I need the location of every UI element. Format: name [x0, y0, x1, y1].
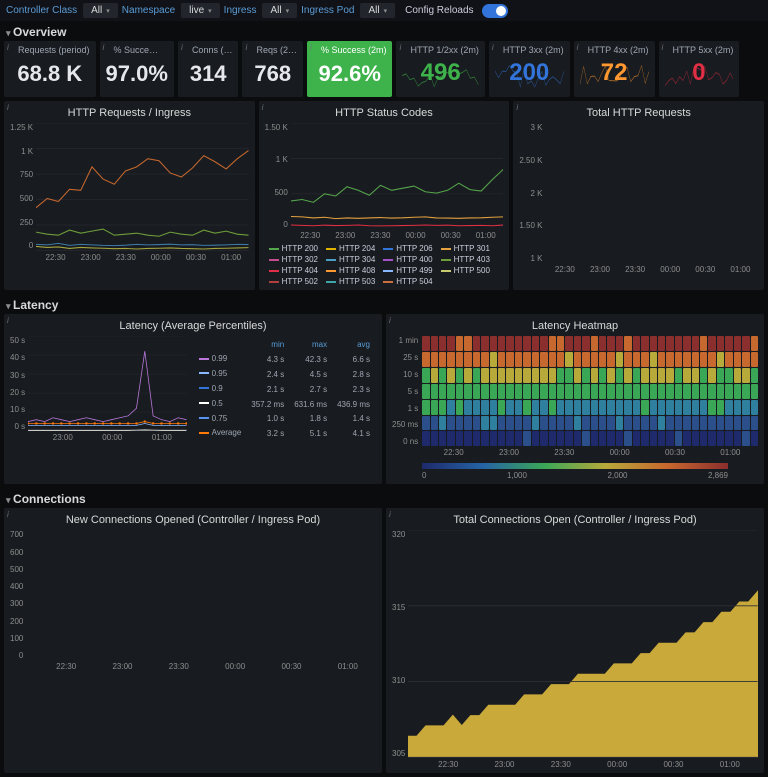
filter-label-ingress-pod: Ingress Pod — [301, 5, 354, 16]
info-icon[interactable]: i — [389, 510, 391, 519]
legend-item[interactable]: HTTP 504 — [383, 277, 432, 286]
filter-label-controller: Controller Class — [6, 5, 77, 16]
stat-value: 92.6% — [313, 57, 387, 93]
legend-item[interactable]: HTTP 404 — [269, 266, 318, 275]
panel-new-conns: i New Connections Opened (Controller / I… — [4, 508, 382, 772]
latency-row: i Latency (Average Percentiles) 50 s40 s… — [0, 314, 768, 488]
legend-status-codes: HTTP 200 HTTP 204 HTTP 206 HTTP 301 HTTP 302… — [265, 244, 504, 286]
spark-panel: iHTTP 3xx (2m) 200 — [489, 41, 570, 97]
table-row[interactable]: 0.92.1 s2.7 s2.3 s — [195, 383, 374, 396]
panel-title: Total Connections Open (Controller / Ing… — [392, 514, 758, 526]
stat-panel: iConns (… 314 — [178, 41, 239, 97]
info-icon[interactable]: i — [662, 43, 664, 52]
info-icon[interactable]: i — [7, 510, 9, 519]
stat-title: HTTP 1/2xx (2m) — [402, 45, 478, 55]
panel-status-codes: i HTTP Status Codes 1.50 K1 K5000 22:302… — [259, 101, 510, 290]
spark-value: 200 — [489, 59, 570, 87]
stat-value: 314 — [184, 57, 233, 93]
stat-title: HTTP 4xx (2m) — [580, 45, 649, 55]
info-icon[interactable]: i — [310, 43, 312, 52]
overview-charts: i HTTP Requests / Ingress 1.25 K1 K75050… — [0, 101, 768, 294]
table-row[interactable]: 0.751.0 s1.8 s1.4 s — [195, 413, 374, 426]
info-icon[interactable]: i — [245, 43, 247, 52]
filter-label-namespace: Namespace — [122, 5, 175, 16]
legend-item[interactable]: HTTP 499 — [383, 266, 432, 275]
legend-item[interactable]: HTTP 301 — [441, 244, 490, 253]
info-icon[interactable]: i — [103, 43, 105, 52]
spark-panel: iHTTP 1/2xx (2m) 496 — [396, 41, 484, 97]
legend-item[interactable]: HTTP 408 — [326, 266, 375, 275]
stat-panel: iRequests (period) 68.8 K — [4, 41, 96, 97]
info-icon[interactable]: i — [262, 103, 264, 112]
panel-latency-heatmap: i Latency Heatmap 1 min25 s10 s5 s1 s250… — [386, 314, 764, 484]
stat-title: Requests (period) — [10, 45, 90, 55]
legend-item[interactable]: HTTP 502 — [269, 277, 318, 286]
panel-title: HTTP Requests / Ingress — [10, 107, 249, 119]
section-latency[interactable]: Latency — [0, 294, 768, 314]
filter-label-ingress: Ingress — [224, 5, 257, 16]
stat-value: 97.0% — [106, 57, 168, 93]
stat-value: 68.8 K — [10, 57, 90, 93]
section-connections[interactable]: Connections — [0, 488, 768, 508]
section-overview[interactable]: Overview — [0, 21, 768, 41]
stat-title: HTTP 3xx (2m) — [495, 45, 564, 55]
panel-total-http: i Total HTTP Requests 3 K2.50 K2 K1.50 K… — [513, 101, 764, 290]
spark-value: 496 — [396, 59, 484, 87]
panel-latency-pct: i Latency (Average Percentiles) 50 s40 s… — [4, 314, 382, 484]
config-reloads-toggle[interactable] — [482, 4, 508, 18]
info-icon[interactable]: i — [492, 43, 494, 52]
legend-item[interactable]: HTTP 200 — [269, 244, 318, 253]
stat-panel: iReqs (2… 768 — [242, 41, 303, 97]
table-row[interactable]: 0.5357.2 ms631.6 ms436.9 ms — [195, 398, 374, 411]
panel-title: HTTP Status Codes — [265, 107, 504, 119]
legend-item[interactable]: HTTP 304 — [326, 255, 375, 264]
legend-item[interactable]: HTTP 206 — [383, 244, 432, 253]
panel-total-conns: i Total Connections Open (Controller / I… — [386, 508, 764, 772]
legend-item[interactable]: HTTP 500 — [441, 266, 490, 275]
filter-bar: Controller Class All Namespace live Ingr… — [0, 0, 768, 21]
info-icon[interactable]: i — [389, 316, 391, 325]
stats-row: iRequests (period)68.8 Ki% Succe…97.0%iC… — [0, 41, 768, 101]
table-row[interactable]: 0.994.3 s42.3 s6.6 s — [195, 353, 374, 366]
table-row[interactable]: Average3.2 s5.1 s4.1 s — [195, 427, 374, 440]
legend-item[interactable]: HTTP 204 — [326, 244, 375, 253]
info-icon[interactable]: i — [7, 316, 9, 325]
info-icon[interactable]: i — [577, 43, 579, 52]
stat-title: Reqs (2… — [248, 45, 297, 55]
panel-title: Latency (Average Percentiles) — [10, 320, 376, 332]
info-icon[interactable]: i — [7, 103, 9, 112]
spark-value: 0 — [659, 59, 740, 87]
stat-value: 768 — [248, 57, 297, 93]
spark-value: 72 — [574, 59, 655, 87]
stat-panel: i% Succe… 97.0% — [100, 41, 174, 97]
latency-table: minmaxavg0.994.3 s42.3 s6.6 s0.952.4 s4.… — [193, 336, 376, 442]
config-reloads-label: Config Reloads — [405, 5, 473, 16]
connections-row: i New Connections Opened (Controller / I… — [0, 508, 768, 776]
info-icon[interactable]: i — [181, 43, 183, 52]
panel-title: Total HTTP Requests — [519, 107, 758, 119]
filter-controller-class[interactable]: All — [83, 3, 118, 18]
stat-panel: i% Success (2m) 92.6% — [307, 41, 393, 97]
legend-item[interactable]: HTTP 400 — [383, 255, 432, 264]
filter-ingress[interactable]: All — [262, 3, 297, 18]
stat-title: HTTP 5xx (2m) — [665, 45, 734, 55]
heatmap-colorbar — [422, 463, 728, 469]
panel-http-req-ingress: i HTTP Requests / Ingress 1.25 K1 K75050… — [4, 101, 255, 290]
info-icon[interactable]: i — [7, 43, 9, 52]
stat-title: % Success (2m) — [313, 45, 387, 55]
table-row[interactable]: 0.952.4 s4.5 s2.8 s — [195, 368, 374, 381]
legend-item[interactable]: HTTP 302 — [269, 255, 318, 264]
info-icon[interactable]: i — [399, 43, 401, 52]
filter-ingress-pod[interactable]: All — [360, 3, 395, 18]
stat-title: % Succe… — [106, 45, 168, 55]
filter-namespace[interactable]: live — [181, 3, 220, 18]
legend-item[interactable]: HTTP 503 — [326, 277, 375, 286]
panel-title: New Connections Opened (Controller / Ing… — [10, 514, 376, 526]
stat-title: Conns (… — [184, 45, 233, 55]
panel-title: Latency Heatmap — [392, 320, 758, 332]
spark-panel: iHTTP 5xx (2m) 0 — [659, 41, 740, 97]
legend-item[interactable]: HTTP 403 — [441, 255, 490, 264]
spark-panel: iHTTP 4xx (2m) 72 — [574, 41, 655, 97]
info-icon[interactable]: i — [516, 103, 518, 112]
